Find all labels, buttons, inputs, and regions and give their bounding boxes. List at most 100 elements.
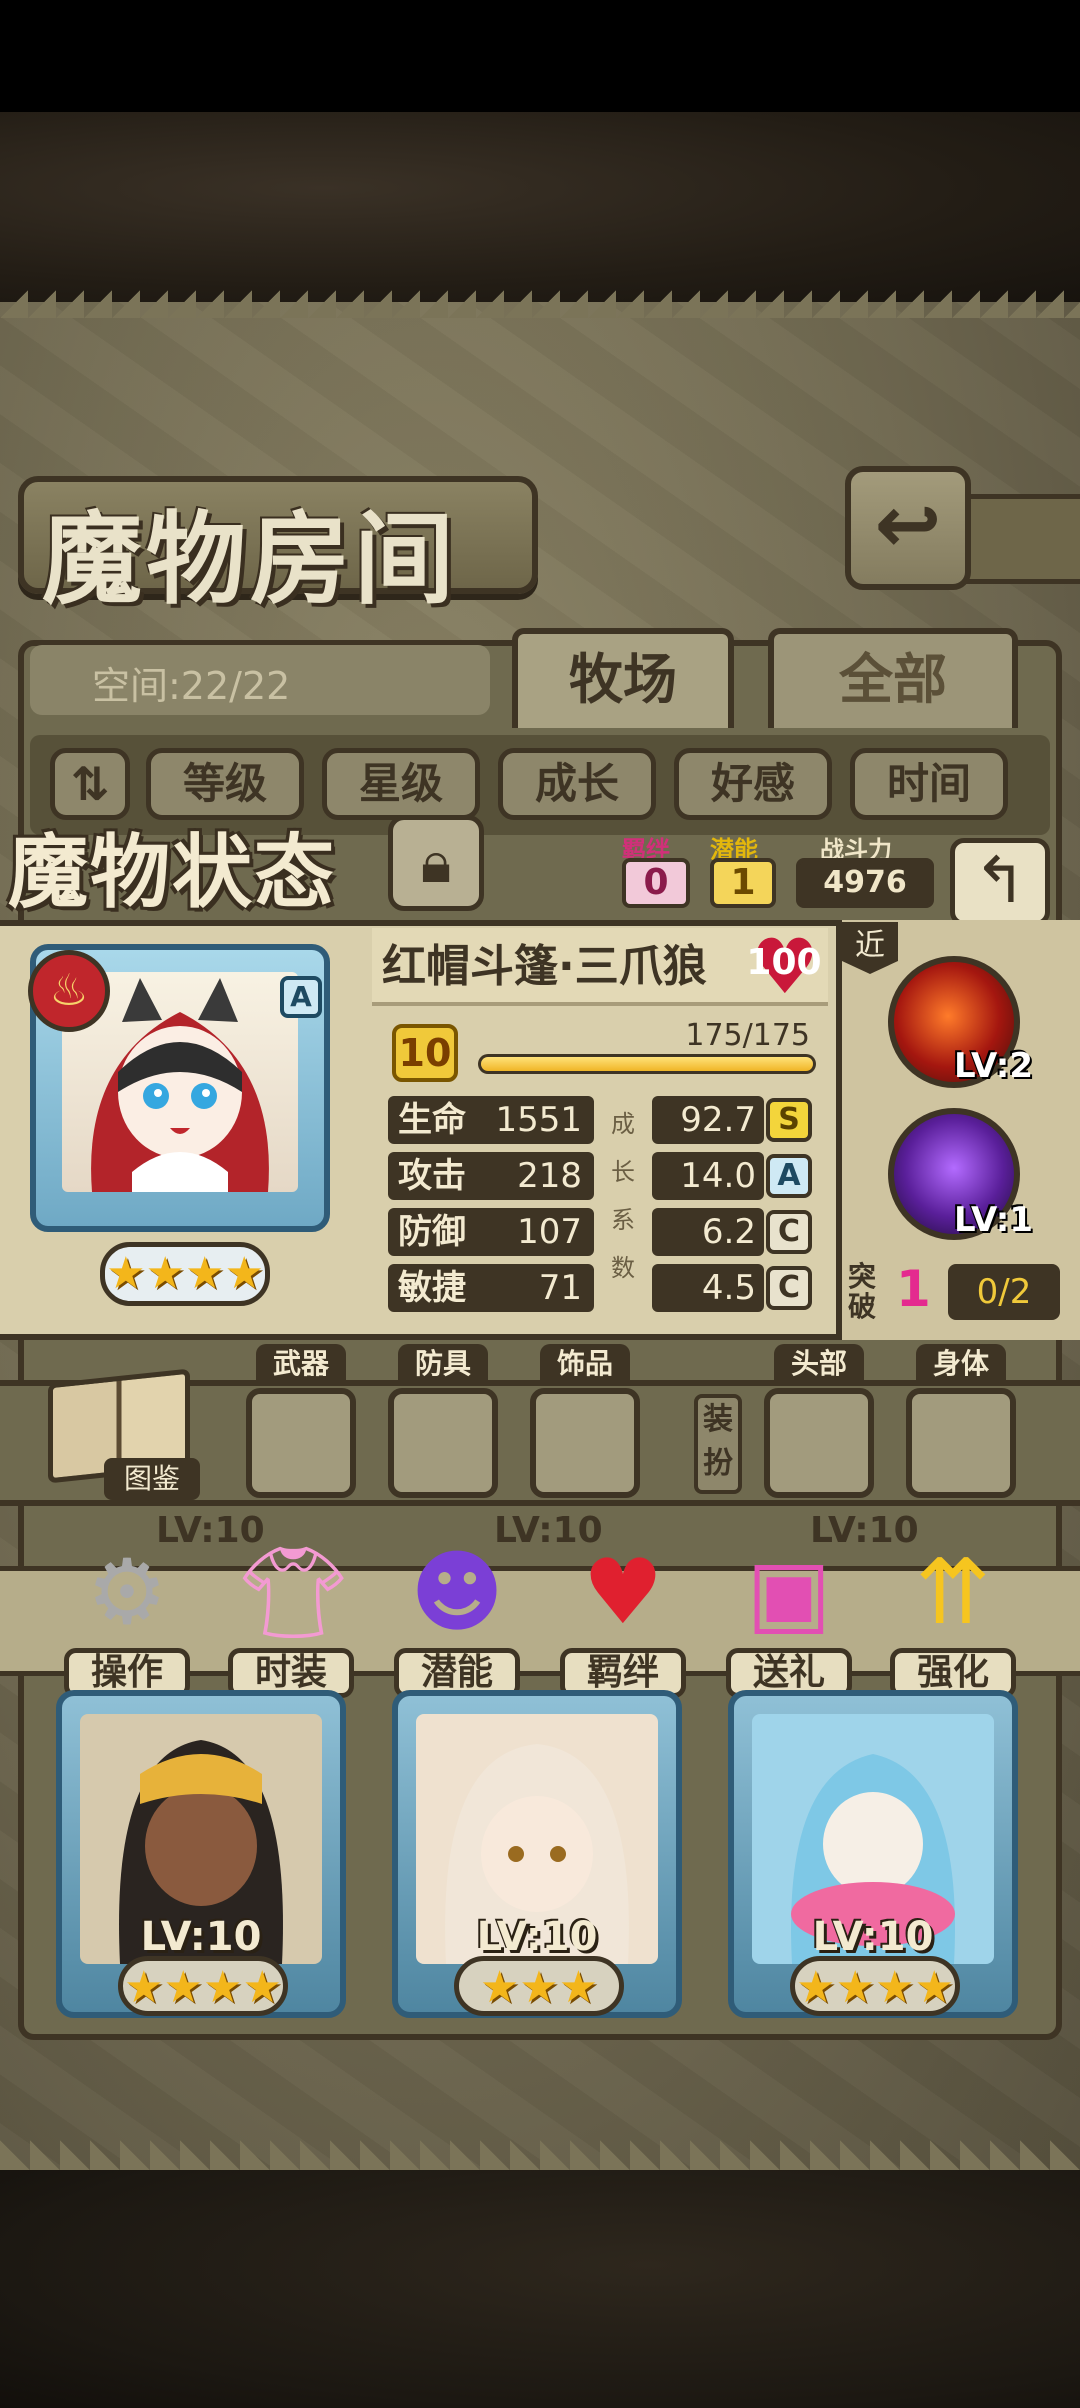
lock-icon: 🔒︎ — [420, 828, 452, 896]
torn-edge-top — [0, 290, 1080, 318]
sort-growth-button[interactable]: 成长 — [498, 748, 656, 820]
dress-up-text: 装扮 — [703, 1402, 733, 1481]
slot-label-head: 头部 — [774, 1344, 864, 1384]
slot-label-weapon: 武器 — [256, 1344, 346, 1384]
stat-agility: 敏捷 71 — [388, 1264, 594, 1312]
star-icon: ★ — [145, 1248, 185, 1299]
encyclopedia-label: 图鉴 — [104, 1458, 200, 1500]
slot-label-accessory: 饰品 — [540, 1344, 630, 1384]
back-button[interactable]: ↩ — [845, 466, 971, 590]
slot-armor[interactable] — [388, 1388, 498, 1498]
bond-value: 0 — [622, 858, 690, 908]
affection-value: 100 — [746, 942, 822, 983]
break-value: 1 — [896, 1260, 931, 1318]
gift-icon: ▣ — [746, 1540, 832, 1645]
card-star-rating: ★★★★ — [118, 1956, 288, 2016]
growth-agility: 4.5 — [652, 1264, 764, 1312]
grade-badge-hp: S — [766, 1098, 812, 1142]
xp-text: 175/175 — [685, 1018, 810, 1053]
bond-button[interactable]: ♥ 羁绊 — [560, 1530, 686, 1710]
return-icon: ↩ — [874, 478, 942, 571]
grade-badge-attack: A — [766, 1154, 812, 1198]
break-label: 突破 — [848, 1260, 877, 1323]
map-background-top — [0, 112, 1080, 302]
growth-hp: 92.7 — [652, 1096, 764, 1144]
sort-star-button[interactable]: 星级 — [322, 748, 480, 820]
gift-button[interactable]: ▣ 送礼 — [726, 1530, 852, 1710]
star-icon: ★★★ — [479, 1962, 599, 2013]
space-counter: 空间:22/22 — [92, 664, 291, 708]
power-value: 4976 — [796, 858, 934, 908]
sort-order-icon: ⇅ — [70, 757, 110, 811]
outfit-button[interactable]: 👚︎ 时装 — [228, 1530, 354, 1710]
sort-time-button[interactable]: 时间 — [850, 748, 1008, 820]
slot-weapon[interactable] — [246, 1388, 356, 1498]
potential-value: 1 — [710, 858, 776, 908]
outfit-icon: 👚︎ — [236, 1540, 351, 1645]
page-title: 魔物房间 — [42, 501, 458, 618]
return-arrow-icon: ↰ — [973, 844, 1027, 918]
star-icon: ★★★★ — [124, 1962, 282, 2013]
status-bar-area — [0, 0, 1080, 112]
slot-head[interactable] — [764, 1388, 874, 1498]
growth-char: 系 — [611, 1206, 635, 1234]
stat-label: 生命 — [398, 1100, 466, 1140]
claw-skill-icon[interactable]: LV:2 — [888, 956, 1033, 1088]
operate-button[interactable]: ⚙ 操作 — [64, 1530, 190, 1710]
skill-level: LV:1 — [954, 1200, 1034, 1240]
stat-label: 攻击 — [398, 1156, 466, 1196]
map-background-bottom — [0, 2170, 1080, 2408]
star-icon: ★ — [185, 1248, 225, 1299]
slot-accessory[interactable] — [530, 1388, 640, 1498]
growth-char: 数 — [611, 1254, 635, 1282]
xp-progress-fill — [481, 1057, 813, 1071]
gear-icon: ⚙ — [86, 1540, 168, 1645]
xp-progress-bar — [478, 1054, 816, 1074]
swap-back-button[interactable]: ↰ — [950, 838, 1050, 926]
grade-badge-defense: C — [766, 1210, 812, 1254]
fire-element-icon: ♨ — [28, 950, 110, 1032]
stat-hp: 生命 1551 — [388, 1096, 594, 1144]
lock-button[interactable]: 🔒︎ — [388, 815, 484, 911]
tab-ranch[interactable]: 牧场 — [512, 628, 734, 728]
growth-coefficient-label: 成 长 系 数 — [608, 1100, 638, 1292]
slot-body[interactable] — [906, 1388, 1016, 1498]
stat-attack: 攻击 218 — [388, 1152, 594, 1200]
monster-status-title: 魔物状态 — [8, 826, 336, 919]
stat-value: 71 — [538, 1268, 582, 1308]
stat-label: 敏捷 — [398, 1268, 466, 1308]
sort-affection-button[interactable]: 好感 — [674, 748, 832, 820]
slot-label-body: 身体 — [916, 1344, 1006, 1384]
upgrade-arrows-icon: ⇈ — [915, 1540, 991, 1645]
break-progress: 0/2 — [948, 1264, 1060, 1320]
card-level: LV:10 — [476, 1914, 598, 1960]
back-button-rail — [965, 494, 1080, 584]
tab-all[interactable]: 全部 — [768, 628, 1018, 728]
star-icon: ★ — [106, 1248, 146, 1299]
rank-badge: A — [280, 976, 322, 1018]
torn-edge-bottom — [0, 2140, 1080, 2170]
stat-value: 218 — [517, 1156, 582, 1196]
grade-badge-agility: C — [766, 1266, 812, 1310]
card-level: LV:10 — [140, 1914, 262, 1960]
growth-char: 长 — [611, 1158, 635, 1186]
card-level: LV:10 — [812, 1914, 934, 1960]
star-icon: ★ — [224, 1248, 264, 1299]
stat-label: 防御 — [398, 1212, 466, 1252]
shadow-skill-icon[interactable]: LV:1 — [888, 1108, 1033, 1240]
star-icon: ★★★★ — [796, 1962, 954, 2013]
game-screen: 魔物房间 ↩ 空间:22/22 牧场 全部 ⇅ 等级 星级 成长 好感 时间 魔… — [0, 0, 1080, 2408]
growth-char: 成 — [611, 1110, 635, 1138]
growth-attack: 14.0 — [652, 1152, 764, 1200]
dress-up-label: 装扮 — [694, 1394, 742, 1494]
slot-label-armor: 防具 — [398, 1344, 488, 1384]
potential-button[interactable]: ☻ 潜能 — [394, 1530, 520, 1710]
skill-level: LV:2 — [954, 1046, 1034, 1086]
star-rating: ★★★★ — [100, 1242, 270, 1306]
card-star-rating: ★★★★ — [790, 1956, 960, 2016]
potential-demon-icon: ☻ — [410, 1540, 504, 1645]
stat-value: 1551 — [495, 1100, 582, 1140]
upgrade-button[interactable]: ⇈ 强化 — [890, 1530, 1016, 1710]
stat-defense: 防御 107 — [388, 1208, 594, 1256]
level-badge: 10 — [392, 1024, 458, 1082]
